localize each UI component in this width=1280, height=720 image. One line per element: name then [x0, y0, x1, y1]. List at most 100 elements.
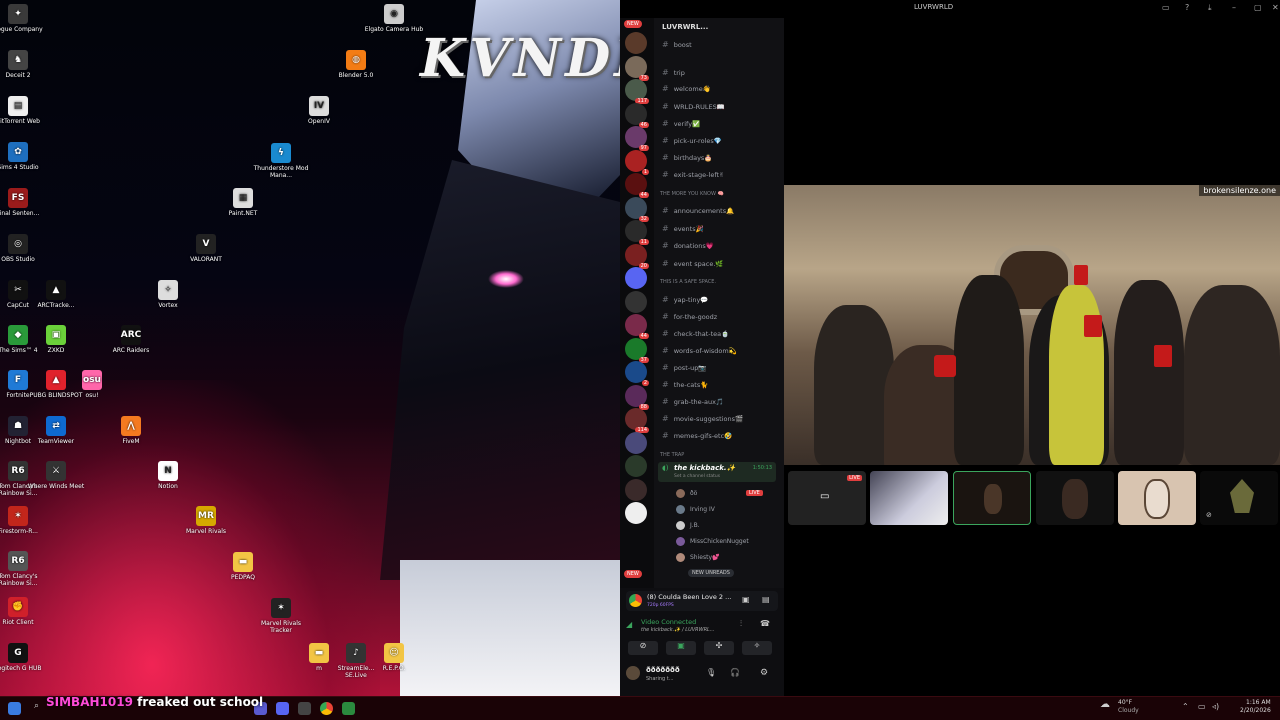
channel-item[interactable]: # the-cats🐈 [662, 380, 708, 389]
desktop-icon[interactable]: IV OpenIV [289, 96, 349, 125]
voice-user[interactable]: Irving IV [676, 505, 715, 514]
channel-item[interactable]: # check-that-tea🍵 [662, 329, 729, 338]
desktop-icon[interactable]: V VALORANT [176, 234, 236, 263]
channel-item[interactable]: # birthdays🎂 [662, 153, 712, 162]
headphones-icon[interactable]: 🎧 [730, 668, 740, 677]
server-icon[interactable] [625, 455, 647, 477]
desktop-icon[interactable]: ◎ OBS Studio [0, 234, 48, 263]
server-icon[interactable]: 114 [625, 408, 649, 433]
weather-desc[interactable]: Cloudy [1118, 707, 1139, 714]
desktop-icon[interactable]: ✶ Marvel Rivals Tracker [251, 598, 311, 634]
channel-item[interactable]: # WRLD-RULES📖 [662, 102, 725, 111]
server-icon[interactable]: 2 [625, 361, 649, 386]
participant-tile[interactable] [1036, 471, 1114, 525]
server-icon[interactable] [625, 32, 647, 54]
voice-user[interactable]: ðö [676, 489, 697, 498]
desktop-icon[interactable]: ✊ Riot Client [0, 597, 48, 626]
desktop-icon[interactable]: G Logitech G HUB [0, 643, 48, 672]
new-unreads-pill[interactable]: NEW UNREADS [688, 569, 734, 577]
desktop-icon[interactable]: ☺ R.E.P.O. [364, 643, 424, 672]
clock-date[interactable]: 2/20/2026 [1240, 707, 1271, 714]
desktop-icon[interactable]: ⇄ TeamViewer [26, 416, 86, 445]
channel-item[interactable]: # events🎉 [662, 224, 704, 233]
start-icon[interactable] [8, 702, 21, 715]
channel-item[interactable]: # exit-stage-left✌ [662, 170, 725, 179]
settings-gear-icon[interactable]: ⚙ [760, 668, 768, 678]
server-icon[interactable]: 46 [625, 102, 649, 128]
stream-video[interactable]: brokensilenze.one [784, 185, 1280, 465]
category-more-you-know[interactable]: THE MORE YOU KNOW 🧠 [660, 191, 724, 197]
channel-item[interactable]: # welcome👋 [662, 84, 711, 93]
channel-item[interactable]: # announcements🔔 [662, 206, 734, 215]
participant-tile-selected[interactable] [953, 471, 1031, 525]
channel-item[interactable]: # for-the-goodz [662, 312, 717, 321]
participant-tile[interactable]: LIVE ▭ [788, 471, 866, 525]
desktop-icon[interactable]: ▦ Paint.NET [213, 188, 273, 217]
participant-tile[interactable]: ⊘ [1200, 471, 1278, 525]
noise-suppression-icon[interactable]: ⫶ [740, 619, 742, 629]
share-screen-button[interactable]: ▣ [666, 641, 696, 655]
screen-share-icon[interactable]: ▣ [742, 595, 750, 604]
channel-item[interactable]: # memes-gifs-etc🤣 [662, 431, 732, 440]
help-icon[interactable]: ? [1185, 3, 1189, 12]
server-name[interactable]: LUVRWRL... [662, 23, 708, 31]
server-icon[interactable]: 32 [625, 196, 649, 222]
microphone-icon[interactable]: 🎙 [706, 668, 716, 677]
server-icon[interactable] [625, 267, 647, 289]
desktop-icon[interactable]: ♞ Deceit 2 [0, 50, 48, 79]
channel-item[interactable]: # donations💗 [662, 241, 714, 250]
connection-channel[interactable]: the kickback.✨ / LUVRWRL... [641, 627, 715, 633]
voice-user[interactable]: J.B. [676, 521, 700, 530]
desktop-icon[interactable]: ⚔ Where Winds Meet [26, 461, 86, 490]
desktop-icon[interactable]: ▣ ZXKD [26, 325, 86, 354]
download-icon[interactable]: ⤓ [1208, 3, 1212, 13]
server-icon[interactable]: 1 [625, 149, 649, 175]
voice-user[interactable]: Shiesty💕 [676, 553, 719, 562]
server-icon[interactable] [625, 290, 647, 313]
desktop-icon[interactable]: ◉ Elgato Camera Hub [364, 4, 424, 33]
chrome-taskbar-icon[interactable] [320, 702, 333, 715]
desktop-icon[interactable]: ▬ PEDPAQ [213, 552, 273, 581]
close-icon[interactable]: ✕ [1272, 3, 1279, 12]
channel-item[interactable]: # verify✅ [662, 119, 700, 128]
category-safe-space[interactable]: this is a safe space. [660, 279, 716, 285]
voice-channel-row[interactable]: ◖) the kickback.✨ 1:50:13 Set a channel … [658, 462, 776, 482]
channel-item[interactable]: # trip [662, 68, 685, 77]
server-icon[interactable] [625, 478, 647, 501]
weather-temp[interactable]: 40°F [1118, 699, 1132, 706]
channel-item[interactable]: # pick-ur-roles💎 [662, 136, 722, 145]
network-icon[interactable]: ▭ [1198, 702, 1206, 711]
desktop-icon[interactable]: ✧ Vortex [138, 280, 198, 309]
category-the-trap[interactable]: the trap [660, 452, 684, 458]
activity-card[interactable]: (8) Coulda Been Love 2 ... 720p 60FPS ▣ … [626, 591, 778, 611]
desktop-icon[interactable]: ▤ BitTorrent Web [0, 96, 48, 125]
participant-tile[interactable] [1118, 471, 1196, 525]
server-icon[interactable]: 44 [625, 314, 649, 339]
desktop-icon[interactable]: N Notion [138, 461, 198, 490]
connection-status[interactable]: Video Connected [641, 618, 696, 626]
clock-time[interactable]: 1:16 AM [1246, 699, 1271, 706]
desktop-icon[interactable]: ARC ARC Raiders [101, 325, 161, 354]
camera-off-button[interactable]: ⊘ [628, 641, 658, 655]
desktop-icon[interactable]: ◍ Blender 5.0 [326, 50, 386, 79]
server-icon[interactable]: 117 [625, 79, 649, 104]
server-icon[interactable]: 73 [625, 55, 649, 81]
inbox-icon[interactable]: ▭ [1162, 3, 1170, 12]
server-icon[interactable]: 11 [625, 220, 649, 245]
voice-user[interactable]: MissChickenNugget [676, 537, 749, 546]
channel-item[interactable]: # event space.🌿 [662, 259, 724, 268]
tray-chevron-icon[interactable]: ⌃ [1182, 702, 1189, 711]
volume-icon[interactable]: ◃) [1212, 702, 1219, 711]
activities-button[interactable]: ✣ [704, 641, 734, 655]
taskbar-app-icon[interactable] [342, 702, 355, 715]
server-icon[interactable] [625, 431, 647, 454]
desktop-icon[interactable]: FS Final Senten... [0, 188, 48, 217]
server-icon[interactable] [625, 502, 647, 524]
search-icon[interactable]: ⌕ [34, 701, 39, 711]
discord-taskbar-icon[interactable] [276, 702, 289, 715]
desktop-icon[interactable]: MR Marvel Rivals [176, 506, 236, 535]
user-name[interactable]: ððððððð [646, 666, 680, 674]
desktop-icon[interactable]: ✿ Sims 4 Studio [0, 142, 48, 171]
server-icon[interactable]: 88 [625, 384, 649, 410]
stream-settings-icon[interactable]: ▤ [762, 595, 770, 604]
